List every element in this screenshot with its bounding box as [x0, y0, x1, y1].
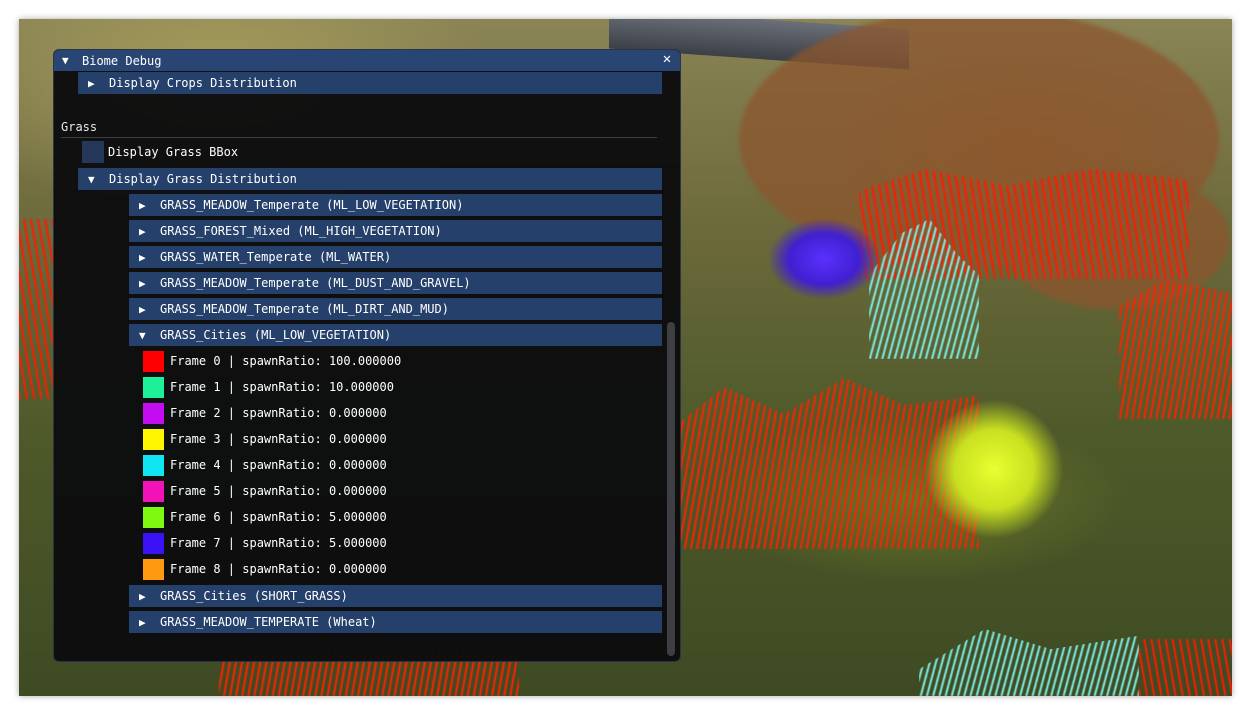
- tree-node-label: GRASS_Cities (ML_LOW_VEGETATION): [160, 328, 392, 342]
- color-swatch: [143, 558, 164, 580]
- color-swatch: [143, 532, 164, 554]
- collapse-arrow-icon: ▼: [88, 172, 95, 186]
- color-swatch: [143, 428, 164, 450]
- collapse-arrow-icon[interactable]: ▼: [62, 54, 72, 67]
- frame-item: Frame 1 | spawnRatio: 10.000000: [143, 376, 603, 398]
- tree-node-group[interactable]: ▶ GRASS_MEADOW_Temperate (ML_DIRT_AND_MU…: [129, 298, 662, 320]
- expand-arrow-icon: ▶: [139, 589, 146, 603]
- collapse-arrow-icon: ▼: [139, 328, 146, 342]
- tree-node-group[interactable]: ▶ GRASS_MEADOW_TEMPERATE (Wheat): [129, 611, 662, 633]
- frame-item: Frame 8 | spawnRatio: 0.000000: [143, 558, 603, 580]
- color-swatch: [143, 506, 164, 528]
- tree-node-grass-distribution[interactable]: ▼ Display Grass Distribution: [78, 168, 662, 190]
- window-titlebar[interactable]: ▼ Biome Debug ✕: [54, 50, 680, 71]
- color-swatch: [143, 480, 164, 502]
- yellow-plant: [924, 399, 1064, 539]
- tree-node-group[interactable]: ▶ GRASS_MEADOW_Temperate (ML_LOW_VEGETAT…: [129, 194, 662, 216]
- frame-item: Frame 5 | spawnRatio: 0.000000: [143, 480, 603, 502]
- blue-plant: [769, 219, 879, 299]
- frame-item: Frame 7 | spawnRatio: 5.000000: [143, 532, 603, 554]
- frame-label: Frame 8 | spawnRatio: 0.000000: [170, 562, 387, 576]
- tree-node-label: GRASS_WATER_Temperate (ML_WATER): [160, 250, 392, 264]
- cyan-grass-patch: [919, 629, 1139, 696]
- color-swatch: [143, 454, 164, 476]
- expand-arrow-icon: ▶: [88, 76, 95, 90]
- color-swatch: [143, 402, 164, 424]
- checkbox-box[interactable]: [82, 141, 104, 163]
- frame-item: Frame 0 | spawnRatio: 100.000000: [143, 350, 603, 372]
- expand-arrow-icon: ▶: [139, 198, 146, 212]
- frame-item: Frame 6 | spawnRatio: 5.000000: [143, 506, 603, 528]
- tree-node-group[interactable]: ▶ GRASS_FOREST_Mixed (ML_HIGH_VEGETATION…: [129, 220, 662, 242]
- expand-arrow-icon: ▶: [139, 276, 146, 290]
- window-title: Biome Debug: [82, 53, 162, 68]
- tree-node-group[interactable]: ▶ GRASS_MEADOW_Temperate (ML_DUST_AND_GR…: [129, 272, 662, 294]
- frame-label: Frame 3 | spawnRatio: 0.000000: [170, 432, 387, 446]
- frame-label: Frame 0 | spawnRatio: 100.000000: [170, 354, 402, 368]
- tree-node-crops-distribution[interactable]: ▶ Display Crops Distribution: [78, 72, 662, 94]
- expand-arrow-icon: ▶: [139, 302, 146, 316]
- tree-node-label: GRASS_MEADOW_TEMPERATE (Wheat): [160, 615, 377, 629]
- expand-arrow-icon: ▶: [139, 615, 146, 629]
- tree-node-group[interactable]: ▶ GRASS_WATER_Temperate (ML_WATER): [129, 246, 662, 268]
- expand-arrow-icon: ▶: [139, 250, 146, 264]
- frame-label: Frame 7 | spawnRatio: 5.000000: [170, 536, 387, 550]
- red-grass-patch: [19, 219, 53, 399]
- frame-label: Frame 1 | spawnRatio: 10.000000: [170, 380, 394, 394]
- checkbox-label: Display Grass BBox: [108, 145, 239, 159]
- red-grass-patch: [1119, 279, 1232, 419]
- debug-window: ▼ Biome Debug ✕ ▶ Display Crops Distribu…: [53, 49, 681, 662]
- scrollbar-thumb[interactable]: [667, 322, 675, 656]
- tree-node-group-expanded[interactable]: ▼ GRASS_Cities (ML_LOW_VEGETATION): [129, 324, 662, 346]
- expand-arrow-icon: ▶: [139, 224, 146, 238]
- color-swatch: [143, 350, 164, 372]
- tree-node-label: GRASS_MEADOW_Temperate (ML_LOW_VEGETATIO…: [160, 198, 464, 212]
- tree-node-label: GRASS_Cities (SHORT_GRASS): [160, 589, 348, 603]
- tree-node-label: GRASS_MEADOW_Temperate (ML_DUST_AND_GRAV…: [160, 276, 471, 290]
- section-title-grass: Grass: [61, 120, 98, 134]
- tree-node-label: GRASS_MEADOW_Temperate (ML_DIRT_AND_MUD): [160, 302, 449, 316]
- frame-item: Frame 2 | spawnRatio: 0.000000: [143, 402, 603, 424]
- checkbox-grass-bbox[interactable]: Display Grass BBox: [82, 141, 482, 163]
- frame-label: Frame 2 | spawnRatio: 0.000000: [170, 406, 387, 420]
- frame-item: Frame 3 | spawnRatio: 0.000000: [143, 428, 603, 450]
- section-separator: [61, 137, 657, 138]
- close-icon[interactable]: ✕: [660, 52, 674, 66]
- tree-node-label: GRASS_FOREST_Mixed (ML_HIGH_VEGETATION): [160, 224, 442, 238]
- frame-label: Frame 4 | spawnRatio: 0.000000: [170, 458, 387, 472]
- frame-item: Frame 4 | spawnRatio: 0.000000: [143, 454, 603, 476]
- frame-label: Frame 6 | spawnRatio: 5.000000: [170, 510, 387, 524]
- red-grass-patch: [1139, 639, 1232, 696]
- tree-node-label: Display Grass Distribution: [109, 172, 297, 186]
- tree-node-label: Display Crops Distribution: [109, 76, 297, 90]
- tree-node-group[interactable]: ▶ GRASS_Cities (SHORT_GRASS): [129, 585, 662, 607]
- frame-label: Frame 5 | spawnRatio: 0.000000: [170, 484, 387, 498]
- color-swatch: [143, 376, 164, 398]
